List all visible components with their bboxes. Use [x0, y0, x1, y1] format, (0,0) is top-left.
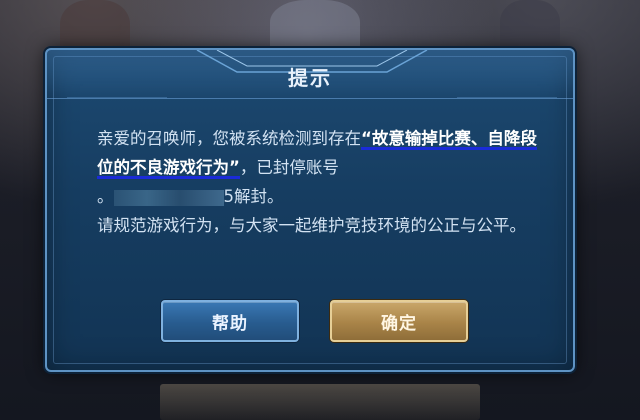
confirm-button-label: 确定	[381, 313, 417, 334]
redacted-date-block	[113, 189, 224, 206]
dialog-title-bar: 提示	[47, 50, 573, 99]
message-ban-notice: ，已封停账号	[239, 158, 339, 177]
notice-dialog: 提示 亲爱的召唤师，您被系统检测到存在“故意输掉比赛、自降段位的不良游戏行为”，…	[45, 48, 575, 372]
message-unblock: 5解封。	[223, 187, 284, 206]
background-bottom-rail	[160, 384, 480, 420]
message-paragraph-advice: 请规范游戏行为，与大家一起维护竞技环境的公正与公平。	[97, 216, 526, 235]
help-button[interactable]: 帮助	[161, 300, 299, 342]
background-character-right	[500, 0, 560, 55]
message-period: 。	[97, 187, 114, 206]
dialog-title: 提示	[288, 66, 332, 90]
confirm-button[interactable]: 确定	[330, 300, 468, 342]
background-character-center	[270, 0, 360, 55]
message-paragraph-ban: 亲爱的召唤师，您被系统检测到存在“故意输掉比赛、自降段位的不良游戏行为”，已封停…	[97, 124, 537, 211]
message-intro: 亲爱的召唤师，您被系统检测到存在	[97, 129, 361, 148]
help-button-label: 帮助	[212, 313, 248, 334]
dialog-message: 亲爱的召唤师，您被系统检测到存在“故意输掉比赛、自降段位的不良游戏行为”，已封停…	[97, 124, 537, 240]
